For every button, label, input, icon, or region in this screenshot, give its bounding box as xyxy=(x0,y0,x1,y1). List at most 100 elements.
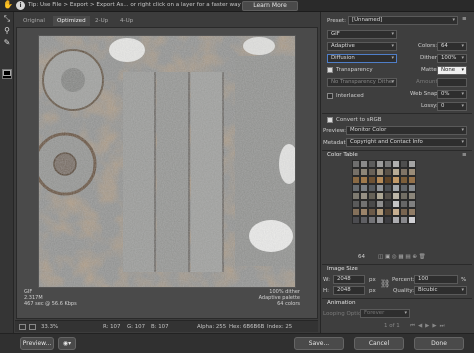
zoom-out-icon[interactable] xyxy=(19,324,26,330)
color-table-swatch[interactable] xyxy=(384,208,392,216)
color-table-swatch[interactable] xyxy=(376,216,384,224)
color-table-swatch[interactable] xyxy=(400,200,408,208)
toggle-slices-icon[interactable] xyxy=(3,70,11,76)
matte-select[interactable]: None ▾ xyxy=(437,66,467,75)
tab-2-up[interactable]: 2-Up xyxy=(95,16,108,26)
looping-select[interactable]: Forever ▾ xyxy=(360,309,410,318)
color-table-swatch[interactable] xyxy=(368,168,376,176)
cancel-button[interactable]: Cancel xyxy=(354,337,404,350)
color-table-swatch[interactable] xyxy=(392,160,400,168)
color-table-swatch[interactable] xyxy=(392,176,400,184)
hand-icon[interactable]: ✋ xyxy=(3,0,13,9)
height-field[interactable]: 2048 xyxy=(333,286,365,295)
convert-srgb-checkbox[interactable] xyxy=(327,117,333,123)
color-table-swatch[interactable] xyxy=(368,216,376,224)
color-table-swatch[interactable] xyxy=(400,176,408,184)
color-table-swatch[interactable] xyxy=(408,208,416,216)
color-reduction-select[interactable]: Adaptive ▾ xyxy=(327,42,397,51)
color-table-swatch[interactable] xyxy=(352,176,360,184)
done-button[interactable]: Done xyxy=(414,337,464,350)
color-table-swatch[interactable] xyxy=(360,208,368,216)
color-table-tools-icon[interactable]: ◫ ▣ ◎ ▦ ▤ ⊕ 🗑 xyxy=(378,254,426,260)
tab-4-up[interactable]: 4-Up xyxy=(120,16,133,26)
color-table-swatch[interactable] xyxy=(384,160,392,168)
menu-icon[interactable]: ≡ xyxy=(462,16,467,22)
color-table-swatch[interactable] xyxy=(360,200,368,208)
websnap-select[interactable]: 0% ▾ xyxy=(437,90,467,99)
color-table-swatch[interactable] xyxy=(400,192,408,200)
color-table-swatch[interactable] xyxy=(376,184,384,192)
color-table-swatch[interactable] xyxy=(368,200,376,208)
dither-algorithm-select[interactable]: Diffusion ▾ xyxy=(327,54,397,63)
color-table-swatch[interactable] xyxy=(360,168,368,176)
color-table-swatch[interactable] xyxy=(408,176,416,184)
link-constraint-icon[interactable]: ⛓ xyxy=(380,279,390,288)
color-table-swatch[interactable] xyxy=(408,168,416,176)
color-table-swatch[interactable] xyxy=(360,176,368,184)
eyedropper-icon[interactable]: ✎ xyxy=(2,38,12,48)
color-table-swatch[interactable] xyxy=(400,160,408,168)
interlaced-checkbox[interactable] xyxy=(327,93,333,99)
color-table-swatch[interactable] xyxy=(368,176,376,184)
amount-field[interactable] xyxy=(437,78,467,87)
color-table-swatch[interactable] xyxy=(400,184,408,192)
color-table-swatch[interactable] xyxy=(376,160,384,168)
colors-select[interactable]: 64 ▾ xyxy=(437,42,467,51)
transparency-checkbox[interactable] xyxy=(327,67,333,73)
color-table-swatch[interactable] xyxy=(400,168,408,176)
color-table-swatch[interactable] xyxy=(392,168,400,176)
optimized-image-preview[interactable] xyxy=(38,35,296,288)
save-button[interactable]: Save... xyxy=(294,337,344,350)
browser-preview-icon[interactable]: ◉▾ xyxy=(58,337,76,350)
color-table-swatch[interactable] xyxy=(408,160,416,168)
color-table-swatch[interactable] xyxy=(368,184,376,192)
percent-field[interactable]: 100 xyxy=(414,275,458,284)
color-table-swatch[interactable] xyxy=(384,168,392,176)
color-table-swatch[interactable] xyxy=(352,192,360,200)
color-table-swatch[interactable] xyxy=(352,208,360,216)
color-table-swatch[interactable] xyxy=(368,192,376,200)
dither-amount-select[interactable]: 100% ▾ xyxy=(437,54,467,63)
color-table-swatch[interactable] xyxy=(392,216,400,224)
preview-button[interactable]: Preview... xyxy=(20,337,54,350)
zoom-level[interactable]: 33.3% xyxy=(41,324,58,330)
color-table-swatch[interactable] xyxy=(376,200,384,208)
color-table-swatch[interactable] xyxy=(360,184,368,192)
color-table-swatch[interactable] xyxy=(408,216,416,224)
width-field[interactable]: 2048 xyxy=(333,275,365,284)
zoom-in-icon[interactable] xyxy=(29,324,36,330)
color-table-swatch[interactable] xyxy=(392,208,400,216)
preview-select[interactable]: Monitor Color ▾ xyxy=(346,126,467,135)
color-table-swatch[interactable] xyxy=(384,192,392,200)
color-table-swatch[interactable] xyxy=(400,208,408,216)
quality-select[interactable]: Bicubic ▾ xyxy=(414,286,467,295)
color-table-swatch[interactable] xyxy=(376,176,384,184)
slice-select-icon[interactable]: ⤡ xyxy=(2,14,12,24)
color-table-swatch[interactable] xyxy=(360,160,368,168)
color-table-swatch[interactable] xyxy=(408,192,416,200)
color-table-swatch[interactable] xyxy=(384,176,392,184)
zoom-icon[interactable]: ⚲ xyxy=(2,26,12,36)
color-table-swatch[interactable] xyxy=(352,160,360,168)
color-table-swatch[interactable] xyxy=(392,192,400,200)
learn-more-button[interactable]: Learn More xyxy=(242,1,298,11)
color-table-swatch[interactable] xyxy=(360,192,368,200)
color-table-swatch[interactable] xyxy=(376,168,384,176)
color-table-swatch[interactable] xyxy=(352,168,360,176)
color-table-swatch[interactable] xyxy=(360,216,368,224)
color-table-swatch[interactable] xyxy=(368,160,376,168)
color-table-swatch[interactable] xyxy=(368,208,376,216)
tab-optimized[interactable]: Optimized xyxy=(53,16,90,26)
color-table-swatch[interactable] xyxy=(352,216,360,224)
preset-select[interactable]: [Unnamed] ▾ xyxy=(348,16,458,25)
transparency-dither-select[interactable]: No Transparency Dither ▾ xyxy=(327,78,397,87)
color-table-swatch[interactable] xyxy=(352,184,360,192)
color-table[interactable] xyxy=(352,160,416,224)
color-table-swatch[interactable] xyxy=(408,184,416,192)
color-table-swatch[interactable] xyxy=(352,200,360,208)
color-table-swatch[interactable] xyxy=(408,200,416,208)
color-table-swatch[interactable] xyxy=(376,208,384,216)
lossy-select[interactable]: 0 ▾ xyxy=(437,102,467,111)
color-table-swatch[interactable] xyxy=(384,200,392,208)
format-select[interactable]: GIF ▾ xyxy=(327,30,397,39)
